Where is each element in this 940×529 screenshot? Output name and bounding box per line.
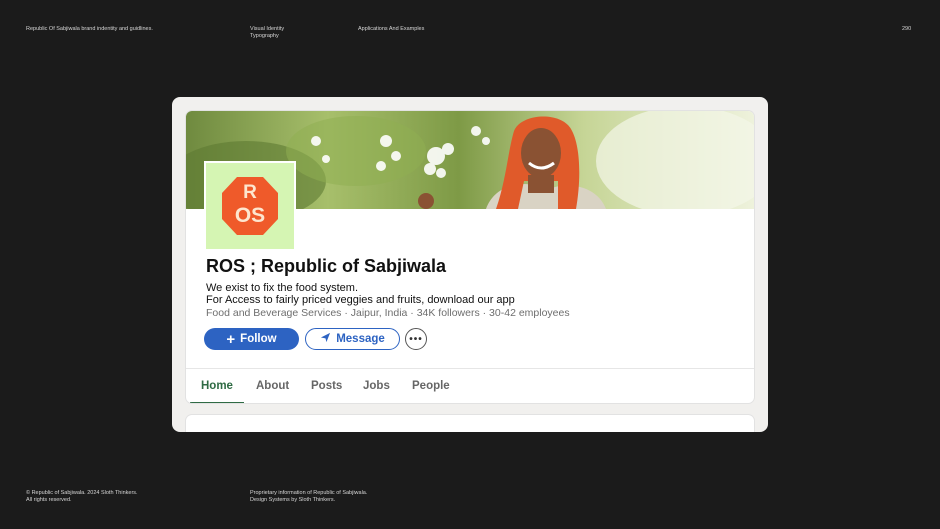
more-options-icon: ••• xyxy=(409,333,423,345)
proprietary-notice: Proprietary information of Republic of S… xyxy=(250,490,368,503)
message-label: Message xyxy=(336,333,385,345)
more-options-button[interactable]: ••• xyxy=(405,328,427,350)
follow-label: Follow xyxy=(240,333,277,345)
company-profile-page: R OS ROS ; Republic of Sabjiwala We exis… xyxy=(186,111,754,403)
plus-icon: + xyxy=(226,330,236,348)
tagline-line-2: For Access to fairly priced veggies and … xyxy=(206,294,515,306)
tab-posts[interactable]: Posts xyxy=(311,380,342,392)
tab-jobs[interactable]: Jobs xyxy=(363,380,390,392)
company-meta-line: Food and Beverage Services · Jaipur, Ind… xyxy=(206,307,570,319)
tab-home[interactable]: Home xyxy=(201,380,233,392)
tab-people[interactable]: People xyxy=(412,380,450,392)
content-card xyxy=(186,415,754,432)
follow-button[interactable]: + Follow xyxy=(204,328,299,350)
tagline-line-1: We exist to fix the food system. xyxy=(206,282,359,294)
company-logo: R OS xyxy=(204,161,296,251)
profile-tabs: Home About Posts Jobs People xyxy=(186,368,754,403)
section-visual-identity: Visual Identity xyxy=(250,26,285,32)
active-tab-indicator xyxy=(190,402,244,403)
copyright-notice: © Republic of Sabjiwala. 2024 Sloth Thin… xyxy=(26,490,138,503)
message-button[interactable]: Message xyxy=(305,328,400,350)
section-typography: Typography xyxy=(250,33,279,39)
application-mockup-card: R OS ROS ; Republic of Sabjiwala We exis… xyxy=(172,97,768,432)
send-icon xyxy=(320,332,331,346)
logo-text-r: R xyxy=(243,182,257,203)
tab-about[interactable]: About xyxy=(256,380,289,392)
page-number: 290 xyxy=(902,26,912,32)
logo-text-os: OS xyxy=(235,204,265,227)
company-name: ROS ; Republic of Sabjiwala xyxy=(206,256,447,276)
section-applications: Applications And Examples xyxy=(358,26,425,32)
brand-guideline-title: Republic Of Sabjiwala brand indentity an… xyxy=(26,26,153,32)
